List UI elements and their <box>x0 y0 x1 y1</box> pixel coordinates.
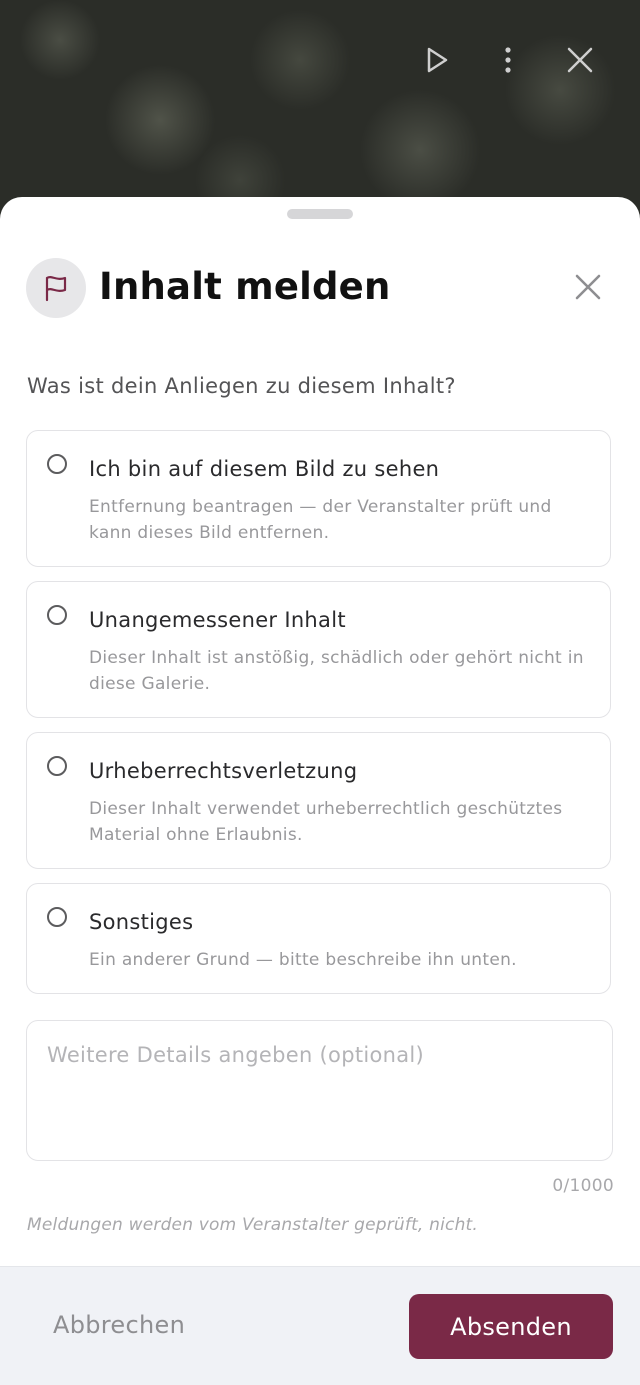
radio-button[interactable] <box>47 756 67 776</box>
option-description: Ein anderer Grund — bitte beschreibe ihn… <box>89 950 517 970</box>
more-vertical-icon[interactable] <box>486 38 530 82</box>
option-description: Dieser Inhalt ist anstößig, schädlich od… <box>89 648 584 694</box>
option-inappropriate[interactable]: Unangemessener Inhalt Dieser Inhalt ist … <box>26 581 611 718</box>
question-label: Was ist dein Anliegen zu diesem Inhalt? <box>27 374 456 398</box>
sheet-grabber[interactable] <box>287 209 353 219</box>
option-other[interactable]: Sonstiges Ein anderer Grund — bitte besc… <box>26 883 611 994</box>
dialog-footer: Abbrechen Absenden <box>0 1266 640 1385</box>
character-counter: 0/1000 <box>552 1176 614 1196</box>
option-copyright[interactable]: Urheberrechtsverletzung Dieser Inhalt ve… <box>26 732 611 869</box>
option-description: Dieser Inhalt verwendet urheberrechtlich… <box>89 799 563 845</box>
report-sheet: Inhalt melden Was ist dein Anliegen zu d… <box>0 197 640 1385</box>
option-description: Entfernung beantragen — der Veranstalter… <box>89 497 552 543</box>
radio-button[interactable] <box>47 454 67 474</box>
option-title: Unangemessener Inhalt <box>89 608 346 632</box>
option-title: Sonstiges <box>89 910 194 934</box>
radio-button[interactable] <box>47 605 67 625</box>
cancel-button[interactable]: Abbrechen <box>53 1311 185 1339</box>
submit-button[interactable]: Absenden <box>409 1294 613 1359</box>
review-note: Meldungen werden vom Veranstalter geprüf… <box>27 1215 479 1235</box>
play-icon[interactable] <box>414 38 458 82</box>
flag-icon <box>26 258 86 318</box>
close-icon <box>575 274 601 300</box>
option-title: Urheberrechtsverletzung <box>89 759 358 783</box>
dialog-title: Inhalt melden <box>99 265 391 308</box>
close-dialog-button[interactable] <box>568 267 608 307</box>
details-placeholder: Weitere Details angeben (optional) <box>47 1043 425 1067</box>
details-textarea[interactable]: Weitere Details angeben (optional) <box>26 1020 613 1161</box>
option-im-on-image[interactable]: Ich bin auf diesem Bild zu sehen Entfern… <box>26 430 611 567</box>
option-title: Ich bin auf diesem Bild zu sehen <box>89 457 440 481</box>
radio-button[interactable] <box>47 907 67 927</box>
close-icon[interactable] <box>558 38 602 82</box>
